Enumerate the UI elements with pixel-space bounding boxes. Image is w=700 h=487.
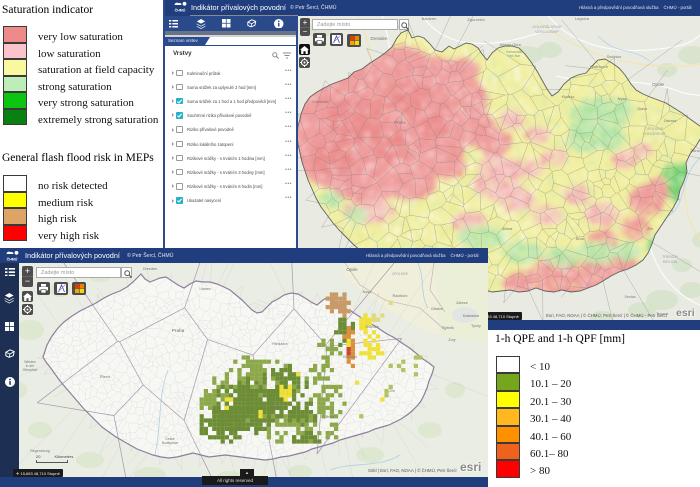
svg-text:Senica: Senica bbox=[625, 295, 636, 299]
svg-text:Legnica: Legnica bbox=[575, 16, 590, 21]
svg-text:Racibórz: Racibórz bbox=[393, 294, 408, 298]
svg-text:Dresden: Dresden bbox=[370, 36, 388, 41]
svg-text:Opole: Opole bbox=[346, 267, 358, 272]
svg-text:Świdnica: Świdnica bbox=[607, 54, 621, 59]
svg-text:OPOLSKIE: OPOLSKIE bbox=[392, 272, 408, 276]
svg-text:Žilina: Žilina bbox=[690, 148, 700, 153]
svg-text:REGION: REGION bbox=[663, 260, 678, 264]
svg-text:Gliwice: Gliwice bbox=[431, 307, 443, 311]
svg-text:Żory: Żory bbox=[448, 337, 455, 342]
svg-text:Jelenia Góra: Jelenia Góra bbox=[499, 43, 521, 47]
svg-text:Jihlava: Jihlava bbox=[269, 405, 280, 409]
svg-text:Park Nar.: Park Nar. bbox=[507, 54, 521, 58]
svg-text:Regensburg: Regensburg bbox=[30, 449, 50, 453]
svg-text:Opava: Opava bbox=[637, 107, 647, 111]
svg-text:Rybnik: Rybnik bbox=[442, 326, 454, 330]
svg-text:Nysa: Nysa bbox=[618, 97, 628, 101]
svg-text:Zabrze: Zabrze bbox=[456, 301, 468, 305]
svg-text:Tychy: Tychy bbox=[471, 324, 481, 328]
svg-text:Brno: Brno bbox=[576, 237, 584, 241]
svg-text:Jihlava: Jihlava bbox=[502, 227, 513, 231]
svg-text:Oberpfalz: Oberpfalz bbox=[23, 368, 38, 372]
svg-text:Zgorzelec: Zgorzelec bbox=[467, 17, 485, 22]
svg-text:VOIVODSHIP: VOIVODSHIP bbox=[535, 30, 559, 34]
svg-text:Chemnitz: Chemnitz bbox=[312, 99, 329, 104]
svg-text:Olomouc: Olomouc bbox=[343, 355, 358, 359]
svg-text:Praha: Praha bbox=[172, 328, 185, 333]
svg-text:Dresden: Dresden bbox=[143, 267, 157, 271]
svg-text:ČHMÚ: ČHMÚ bbox=[175, 8, 186, 13]
svg-text:Ostrava: Ostrava bbox=[664, 119, 677, 123]
svg-text:TRENČÍN: TRENČÍN bbox=[662, 254, 678, 259]
svg-text:Wałbrzych: Wałbrzych bbox=[590, 64, 609, 69]
svg-text:Pardubice: Pardubice bbox=[272, 342, 287, 346]
svg-text:Kłodzko: Kłodzko bbox=[562, 95, 575, 99]
svg-text:Praha: Praha bbox=[394, 120, 406, 125]
svg-text:Budějovice: Budějovice bbox=[162, 441, 179, 445]
svg-text:Brno: Brno bbox=[326, 414, 335, 419]
svg-text:Bautzen: Bautzen bbox=[422, 16, 437, 21]
svg-text:Katowice: Katowice bbox=[463, 313, 480, 318]
svg-text:OPOLSKIE: OPOLSKIE bbox=[645, 127, 664, 131]
svg-text:Nysa: Nysa bbox=[363, 290, 373, 294]
svg-text:Plzeň: Plzeň bbox=[100, 374, 110, 379]
svg-text:DOLNOŚLĄSKIE: DOLNOŚLĄSKIE bbox=[532, 24, 562, 29]
svg-text:ČHMÚ: ČHMÚ bbox=[7, 256, 18, 261]
svg-text:Zlín: Zlín bbox=[647, 227, 653, 231]
svg-text:Liberec: Liberec bbox=[199, 287, 210, 291]
svg-text:VOIVODSHIP: VOIVODSHIP bbox=[643, 132, 666, 136]
svg-text:Zlín: Zlín bbox=[389, 389, 395, 393]
svg-text:Opole: Opole bbox=[652, 82, 665, 87]
svg-text:Ostrava: Ostrava bbox=[365, 325, 379, 329]
